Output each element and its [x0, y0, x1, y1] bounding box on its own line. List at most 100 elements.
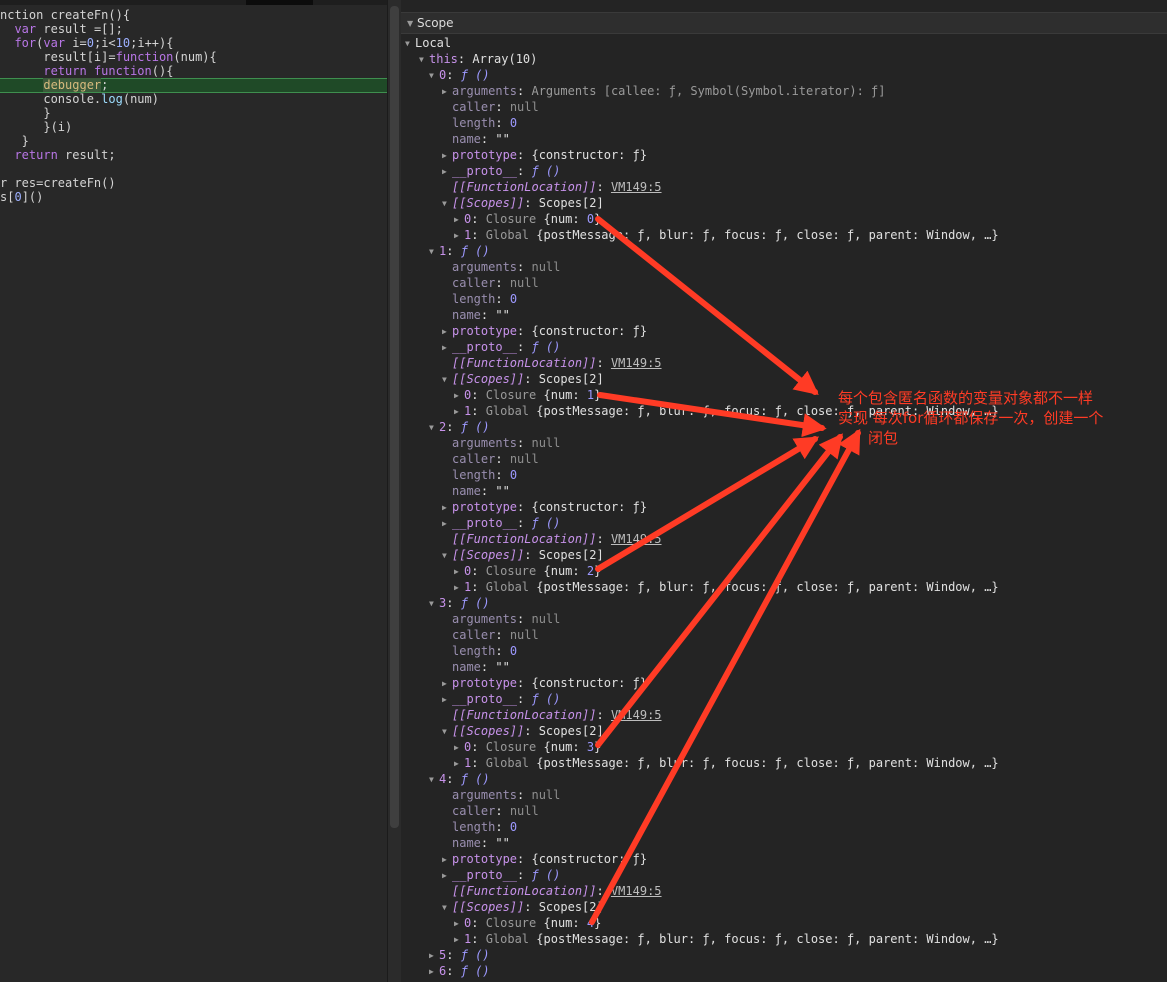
prototype-entry[interactable]: ▶ prototype: {constructor: ƒ}: [442, 675, 647, 691]
prototype-entry[interactable]: ▶ prototype: {constructor: ƒ}: [442, 499, 647, 515]
scopes-entry[interactable]: ▼ [[Scopes]]: Scopes[2]: [442, 899, 604, 915]
scopes-entry[interactable]: ▼ [[Scopes]]: Scopes[2]: [442, 195, 604, 211]
collapse-triangle-icon[interactable]: ▶: [442, 84, 452, 100]
global-entry[interactable]: ▶ 1: Global {postMessage: ƒ, blur: ƒ, foc…: [454, 227, 999, 243]
code-line[interactable]: return result;: [0, 148, 115, 162]
collapse-triangle-icon[interactable]: ▶: [454, 932, 464, 948]
token: :: [471, 564, 486, 578]
expand-triangle-icon[interactable]: ▼: [405, 36, 415, 52]
code-line[interactable]: return function(){: [0, 64, 173, 78]
collapse-triangle-icon[interactable]: ▶: [429, 964, 439, 980]
scopes-entry[interactable]: ▼ [[Scopes]]: Scopes[2]: [442, 547, 604, 563]
collapse-triangle-icon[interactable]: ▶: [454, 404, 464, 420]
this-entry[interactable]: ▼ this: Array(10): [419, 51, 537, 67]
expand-triangle-icon[interactable]: ▼: [419, 52, 429, 68]
token: :: [471, 212, 486, 226]
code-line[interactable]: r res=createFn(): [0, 176, 116, 190]
array-item[interactable]: ▼ 2: ƒ (): [429, 419, 490, 435]
prototype-value: {constructor: ƒ}: [531, 324, 648, 338]
expand-triangle-icon[interactable]: ▼: [429, 244, 439, 260]
local-scope[interactable]: ▼ Local: [405, 35, 451, 51]
code-line[interactable]: }: [0, 106, 50, 120]
prototype-entry[interactable]: ▶ prototype: {constructor: ƒ}: [442, 851, 647, 867]
code-line[interactable]: }: [0, 134, 29, 148]
collapse-triangle-icon[interactable]: ▶: [454, 212, 464, 228]
array-item[interactable]: ▶ 5: ƒ (): [429, 947, 490, 963]
collapse-triangle-icon[interactable]: ▶: [442, 324, 452, 340]
collapse-triangle-icon[interactable]: ▶: [442, 852, 452, 868]
scope-section-header[interactable]: ▼ Scope: [401, 12, 1167, 34]
token: :: [517, 340, 532, 354]
collapse-triangle-icon[interactable]: ▶: [442, 676, 452, 692]
collapse-triangle-icon[interactable]: ▶: [454, 756, 464, 772]
collapse-triangle-icon[interactable]: ▶: [442, 500, 452, 516]
editor-scrollbar[interactable]: [387, 0, 402, 982]
function-location-link[interactable]: VM149:5: [611, 180, 662, 194]
scopes-entry[interactable]: ▼ [[Scopes]]: Scopes[2]: [442, 723, 604, 739]
collapse-triangle-icon[interactable]: ▶: [442, 148, 452, 164]
global-entry[interactable]: ▶ 1: Global {postMessage: ƒ, blur: ƒ, foc…: [454, 579, 999, 595]
code-line[interactable]: console.log(num): [0, 92, 159, 106]
array-item[interactable]: ▼ 3: ƒ (): [429, 595, 490, 611]
collapse-triangle-icon[interactable]: ▶: [454, 564, 464, 580]
proto-entry[interactable]: ▶ __proto__: ƒ (): [442, 691, 560, 707]
code-line-paused[interactable]: debugger;: [0, 78, 387, 93]
closure-entry[interactable]: ▶ 0: Closure {num: 2}: [454, 563, 601, 579]
proto-entry[interactable]: ▶ __proto__: ƒ (): [442, 163, 560, 179]
collapse-triangle-icon[interactable]: ▶: [442, 340, 452, 356]
collapse-triangle-icon[interactable]: ▶: [442, 516, 452, 532]
collapse-triangle-icon[interactable]: ▶: [442, 868, 452, 884]
expand-triangle-icon[interactable]: ▼: [442, 548, 452, 564]
code-line[interactable]: nction createFn(){: [0, 8, 130, 22]
editor-scrollbar-thumb[interactable]: [390, 6, 399, 828]
scopes-entry[interactable]: ▼ [[Scopes]]: Scopes[2]: [442, 371, 604, 387]
function-location-link[interactable]: VM149:5: [611, 708, 662, 722]
collapse-triangle-icon[interactable]: ▶: [454, 916, 464, 932]
proto-entry[interactable]: ▶ __proto__: ƒ (): [442, 515, 560, 531]
global-entry[interactable]: ▶ 1: Global {postMessage: ƒ, blur: ƒ, foc…: [454, 931, 999, 947]
collapse-triangle-icon[interactable]: ▶: [454, 740, 464, 756]
collapse-triangle-icon[interactable]: ▶: [442, 164, 452, 180]
expand-triangle-icon[interactable]: ▼: [442, 900, 452, 916]
closure-entry[interactable]: ▶ 0: Closure {num: 1}: [454, 387, 601, 403]
global-entry[interactable]: ▶ 1: Global {postMessage: ƒ, blur: ƒ, foc…: [454, 755, 999, 771]
proto-entry[interactable]: ▶ __proto__: ƒ (): [442, 339, 560, 355]
expand-triangle-icon[interactable]: ▼: [429, 68, 439, 84]
array-item[interactable]: ▼ 1: ƒ (): [429, 243, 490, 259]
function-location-link[interactable]: VM149:5: [611, 356, 662, 370]
expand-triangle-icon[interactable]: ▼: [442, 372, 452, 388]
proto-entry[interactable]: ▶ __proto__: ƒ (): [442, 867, 560, 883]
expand-triangle-icon[interactable]: ▼: [407, 14, 417, 34]
array-item[interactable]: ▼ 4: ƒ (): [429, 771, 490, 787]
function-location-key: [[FunctionLocation]]: [452, 180, 597, 194]
function-location-link[interactable]: VM149:5: [611, 884, 662, 898]
expand-triangle-icon[interactable]: ▼: [429, 772, 439, 788]
expand-triangle-icon[interactable]: ▼: [429, 420, 439, 436]
prototype-entry[interactable]: ▶ prototype: {constructor: ƒ}: [442, 323, 647, 339]
closure-entry[interactable]: ▶ 0: Closure {num: 3}: [454, 739, 601, 755]
code-line[interactable]: for(var i=0;i<10;i++){: [0, 36, 173, 50]
array-item[interactable]: ▼ 0: ƒ (): [429, 67, 490, 83]
prototype-value: {constructor: ƒ}: [531, 852, 648, 866]
code-line[interactable]: result[i]=function(num){: [0, 50, 216, 64]
function-location-link[interactable]: VM149:5: [611, 532, 662, 546]
prototype-entry[interactable]: ▶ prototype: {constructor: ƒ}: [442, 147, 647, 163]
arguments-entry[interactable]: ▶ arguments: Arguments [callee: ƒ, Symbol…: [442, 83, 886, 99]
closure-entry[interactable]: ▶ 0: Closure {num: 4}: [454, 915, 601, 931]
collapse-triangle-icon[interactable]: ▶: [454, 228, 464, 244]
array-item[interactable]: ▶ 6: ƒ (): [429, 963, 490, 979]
expand-triangle-icon[interactable]: ▼: [442, 724, 452, 740]
code-line[interactable]: }(i): [0, 120, 72, 134]
code-editor[interactable]: nction createFn(){ var result =[]; for(v…: [0, 0, 387, 982]
code-line[interactable]: var result =[];: [0, 22, 122, 36]
collapse-triangle-icon[interactable]: ▶: [442, 692, 452, 708]
collapse-triangle-icon[interactable]: ▶: [454, 388, 464, 404]
collapse-triangle-icon[interactable]: ▶: [429, 948, 439, 964]
expand-triangle-icon[interactable]: ▼: [429, 596, 439, 612]
token: :: [517, 500, 532, 514]
expand-triangle-icon[interactable]: ▼: [442, 196, 452, 212]
caller-key: caller: [452, 452, 496, 466]
collapse-triangle-icon[interactable]: ▶: [454, 580, 464, 596]
closure-entry[interactable]: ▶ 0: Closure {num: 0}: [454, 211, 601, 227]
code-line[interactable]: s[0](): [0, 190, 43, 204]
